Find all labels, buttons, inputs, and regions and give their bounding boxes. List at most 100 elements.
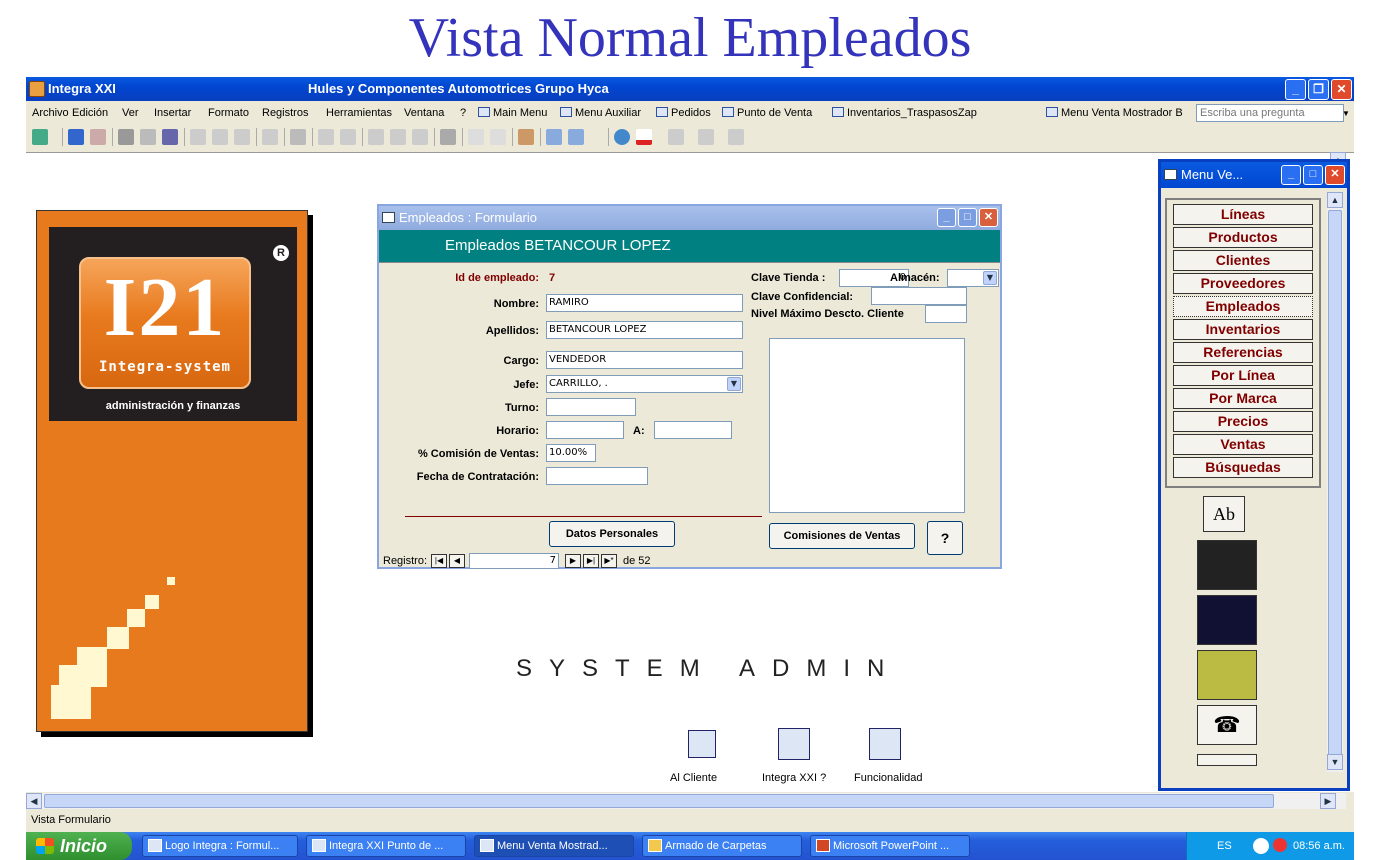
menu-pedidos[interactable]: Pedidos: [656, 107, 711, 119]
menu-item-proveedores[interactable]: Proveedores: [1173, 273, 1313, 294]
sound-wave-icon[interactable]: [1197, 595, 1257, 645]
truck-icon[interactable]: [1197, 650, 1257, 700]
apply-filter-icon[interactable]: [412, 129, 428, 145]
integra-help-label[interactable]: Integra XXI ?: [762, 772, 826, 784]
menu-item-productos[interactable]: Productos: [1173, 227, 1313, 248]
scroll-thumb[interactable]: [44, 794, 1274, 808]
turno-field[interactable]: [546, 398, 636, 416]
paste-icon[interactable]: [234, 129, 250, 145]
prev-record-icon[interactable]: ◀: [449, 554, 465, 568]
save-icon[interactable]: [68, 129, 84, 145]
new-record-icon[interactable]: [468, 129, 484, 145]
clave-confidencial-field[interactable]: [871, 287, 967, 305]
task-logo-integra[interactable]: Logo Integra : Formul...: [142, 835, 298, 857]
help-icon[interactable]: [614, 129, 630, 145]
nombre-field[interactable]: RAMIRO: [546, 294, 743, 312]
notebook-icon[interactable]: [778, 728, 810, 760]
funcionalidad-label[interactable]: Funcionalidad: [854, 772, 923, 784]
nivel-descuento-field[interactable]: [925, 305, 967, 323]
task-armado-carpetas[interactable]: Armado de Carpetas: [642, 835, 802, 857]
menu-item-empleados[interactable]: Empleados: [1173, 296, 1313, 317]
menu-item-por-marca[interactable]: Por Marca: [1173, 388, 1313, 409]
menu-item-clientes[interactable]: Clientes: [1173, 250, 1313, 271]
book-icon[interactable]: [688, 730, 716, 758]
menu-ver[interactable]: Ver: [122, 107, 139, 119]
filter-selection-icon[interactable]: [368, 129, 384, 145]
comision-field[interactable]: 10.00%: [546, 444, 596, 462]
menu-window-titlebar[interactable]: Menu Ve... _ □ ✕: [1161, 162, 1347, 188]
task-powerpoint[interactable]: Microsoft PowerPoint ...: [810, 835, 970, 857]
menu-main-menu[interactable]: Main Menu: [478, 107, 547, 119]
find-icon[interactable]: [440, 129, 456, 145]
chevron-down-icon[interactable]: ▼: [983, 271, 997, 285]
language-indicator[interactable]: ES: [1217, 840, 1232, 852]
menu-ventana[interactable]: Ventana: [404, 107, 444, 119]
close-icon[interactable]: ✕: [979, 208, 998, 227]
next-record-icon[interactable]: ▶: [565, 554, 581, 568]
line-color-icon[interactable]: [698, 129, 714, 145]
spell-check-icon[interactable]: Ab: [1203, 496, 1245, 532]
search-file-icon[interactable]: [90, 129, 106, 145]
menu-archivo[interactable]: Archivo: [32, 107, 69, 119]
telephone-icon[interactable]: ☎: [1197, 705, 1257, 745]
comisiones-ventas-button[interactable]: Comisiones de Ventas: [769, 523, 915, 549]
first-record-icon[interactable]: |◀: [431, 554, 447, 568]
forklift-icon[interactable]: [1197, 540, 1257, 590]
menu-item-referencias[interactable]: Referencias: [1173, 342, 1313, 363]
minimize-icon[interactable]: _: [937, 208, 956, 227]
scroll-up-icon[interactable]: ▲: [1327, 192, 1343, 208]
menu-item-ventas[interactable]: Ventas: [1173, 434, 1313, 455]
scroll-left-icon[interactable]: ◀: [26, 793, 42, 809]
comisiones-subform[interactable]: [769, 338, 965, 513]
scroll-right-icon[interactable]: ▶: [1320, 793, 1336, 809]
cargo-field[interactable]: VENDEDOR: [546, 351, 743, 369]
menu-inventarios[interactable]: Inventarios_TraspasosZap: [832, 107, 977, 119]
chevron-down-icon[interactable]: ▼: [727, 377, 741, 391]
menu-item-lineas[interactable]: Líneas: [1173, 204, 1313, 225]
help-button[interactable]: ?: [927, 521, 963, 555]
more-icon[interactable]: [1197, 754, 1257, 766]
menu-punto-venta[interactable]: Punto de Venta: [722, 107, 812, 119]
last-record-icon[interactable]: ▶|: [583, 554, 599, 568]
notebook-icon[interactable]: [869, 728, 901, 760]
scroll-down-icon[interactable]: ▼: [1327, 754, 1343, 770]
menu-registros[interactable]: Registros: [262, 107, 308, 119]
scroll-thumb[interactable]: [1328, 210, 1342, 770]
spelling-icon[interactable]: [162, 129, 178, 145]
form-titlebar[interactable]: Empleados : Formulario _ □ ✕: [379, 206, 1000, 230]
close-icon[interactable]: ✕: [1325, 165, 1345, 185]
menu-edicion[interactable]: Edición: [72, 107, 108, 119]
ask-dropdown-icon[interactable]: ▼: [1342, 109, 1350, 118]
print-preview-icon[interactable]: [140, 129, 156, 145]
maximize-icon[interactable]: □: [1303, 165, 1323, 185]
app-titlebar[interactable]: Integra XXI Hules y Componentes Automotr…: [26, 77, 1354, 101]
print-icon[interactable]: [118, 129, 134, 145]
design-view-icon[interactable]: [32, 129, 48, 145]
filter-form-icon[interactable]: [390, 129, 406, 145]
menu-insertar[interactable]: Insertar: [154, 107, 191, 119]
undo-icon[interactable]: [262, 129, 278, 145]
new-record-icon[interactable]: ▶*: [601, 554, 617, 568]
close-icon[interactable]: ✕: [1331, 79, 1352, 100]
minimize-icon[interactable]: _: [1281, 165, 1301, 185]
menu-item-inventarios[interactable]: Inventarios: [1173, 319, 1313, 340]
sort-asc-icon[interactable]: [318, 129, 334, 145]
cut-icon[interactable]: [190, 129, 206, 145]
delete-record-icon[interactable]: [490, 129, 506, 145]
font-color-icon[interactable]: [636, 129, 652, 145]
start-button[interactable]: Inicio: [26, 832, 132, 860]
database-window-icon[interactable]: [546, 129, 562, 145]
record-number-field[interactable]: 7: [469, 553, 559, 569]
task-menu-venta[interactable]: Menu Venta Mostrad...: [474, 835, 634, 857]
ask-question-input[interactable]: Escriba una pregunta: [1196, 104, 1344, 122]
maximize-icon[interactable]: □: [958, 208, 977, 227]
jefe-combo[interactable]: CARRILLO, . ▼: [546, 375, 743, 393]
menu-auxiliar[interactable]: Menu Auxiliar: [560, 107, 641, 119]
horario-start-field[interactable]: [546, 421, 624, 439]
task-integra-punto[interactable]: Integra XXI Punto de ...: [306, 835, 466, 857]
sort-desc-icon[interactable]: [340, 129, 356, 145]
menu-vertical-scrollbar[interactable]: ▲ ▼: [1327, 192, 1343, 772]
menu-item-precios[interactable]: Precios: [1173, 411, 1313, 432]
menu-item-por-linea[interactable]: Por Línea: [1173, 365, 1313, 386]
fecha-contratacion-field[interactable]: [546, 467, 648, 485]
